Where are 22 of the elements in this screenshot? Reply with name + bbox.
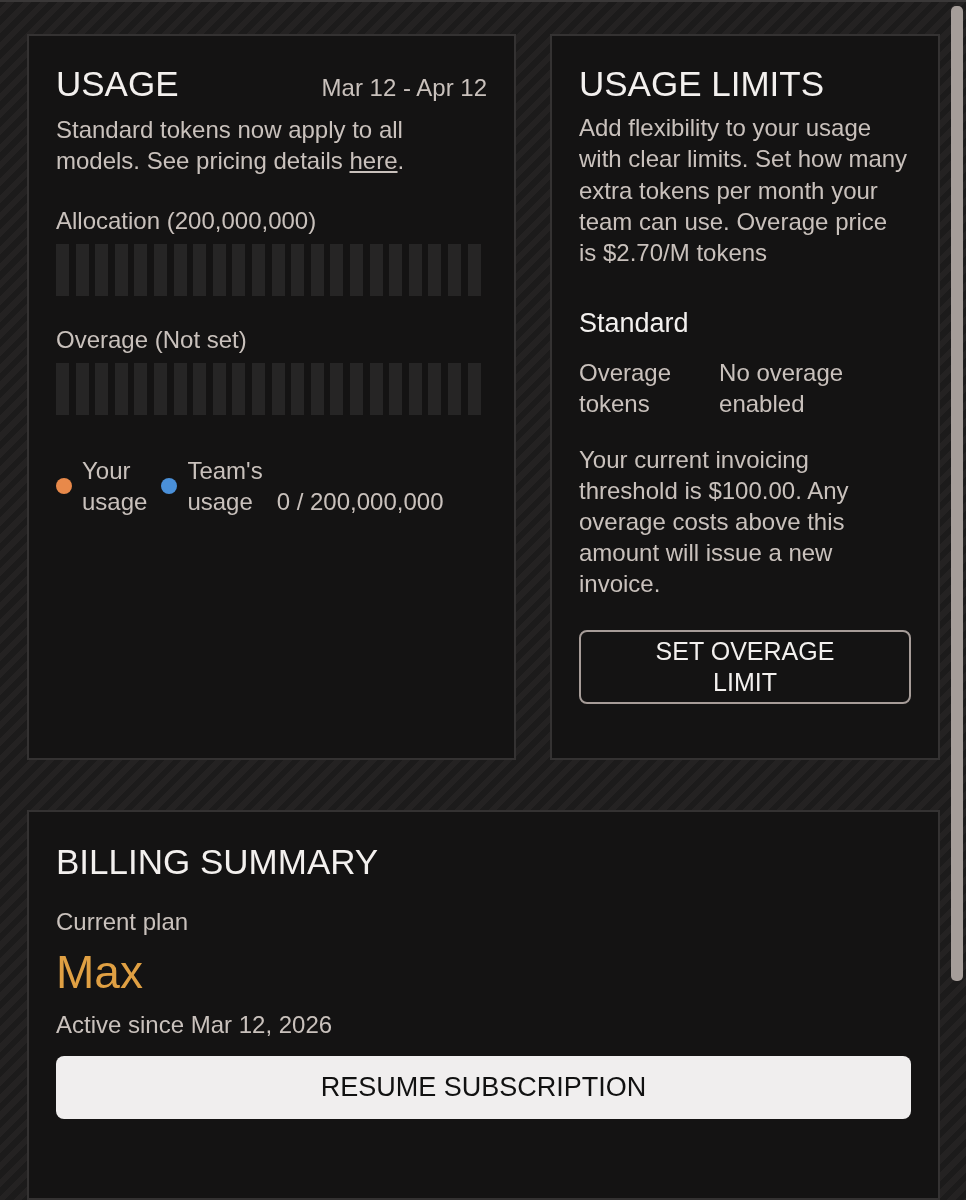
plan-label: Current plan xyxy=(56,907,190,938)
description-text: Standard tokens now apply to all models. See pricing details here. xyxy=(56,115,406,177)
date-range: Mar 12 - Apr 12 xyxy=(321,73,487,103)
card-title: USAGE xyxy=(56,64,179,105)
plan-name: Max xyxy=(56,945,144,1001)
legend-label: Team's usage xyxy=(187,456,263,518)
active-since-text: Active since Mar 12, 2026 xyxy=(56,1009,334,1040)
row-label: Overage tokens xyxy=(579,358,672,420)
usage-total: 0 / 200,000,000 xyxy=(276,487,444,518)
meter-label: Allocation (200,000,000) xyxy=(56,205,318,236)
meter-label: Overage (Not set) xyxy=(56,324,248,355)
row-value: No overage enabled xyxy=(719,358,845,420)
set-overage-limit-button[interactable]: SET OVERAGE LIMIT xyxy=(579,629,911,705)
here-link[interactable]: here xyxy=(349,147,398,175)
card-title: BILLING SUMMARY xyxy=(56,842,380,883)
legend-label: Your usage xyxy=(82,456,148,518)
card-title: USAGE LIMITS xyxy=(579,64,826,105)
note-text: Your current invoicing threshold is $100.00. Any overage costs above this amount will issue a new invoice. xyxy=(579,444,850,600)
section-title: Standard xyxy=(579,307,690,341)
scrollbar-thumb[interactable] xyxy=(951,6,963,981)
description-text: Add flexibility to your usage with clear limits. Set how many extra tokens per month your team can use. Overage price is $2.70/M tokens xyxy=(579,113,909,268)
resume-subscription-button[interactable]: RESUME SUBSCRIPTION xyxy=(56,1055,911,1119)
